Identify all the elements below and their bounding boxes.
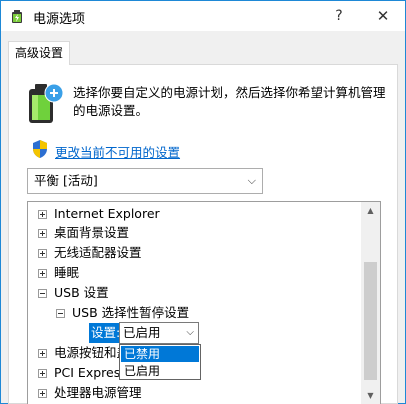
tree-item-label: Internet Explorer — [54, 206, 160, 221]
settings-tree: Internet Explorer 桌面背景设置 无线适配器设置 睡眠 USB … — [27, 201, 381, 404]
tree-item-usb-selective-suspend[interactable]: USB 选择性暂停设置 — [56, 303, 189, 323]
scroll-thumb[interactable] — [364, 262, 377, 380]
tree-item-desktop-background[interactable]: 桌面背景设置 — [38, 223, 129, 243]
uac-shield-icon — [33, 140, 47, 158]
close-button[interactable]: ✕ — [361, 1, 405, 31]
change-unavailable-settings-link[interactable]: 更改当前不可用的设置 — [55, 142, 180, 161]
expand-plus-icon[interactable] — [38, 249, 47, 258]
tree-item-label: 桌面背景设置 — [54, 225, 130, 240]
tree-item-pci-express[interactable]: PCI Express — [38, 363, 127, 383]
collapse-minus-icon[interactable] — [56, 309, 65, 318]
tree-item-power-buttons-lid[interactable]: 电源按钮和盖 — [38, 343, 129, 363]
tree-item-label: 无线适配器设置 — [54, 245, 142, 260]
option-disabled[interactable]: 已禁用 — [121, 346, 199, 362]
expand-plus-icon[interactable] — [38, 369, 47, 378]
tree-item-sleep[interactable]: 睡眠 — [38, 263, 79, 283]
tree-item-label: PCI Express — [54, 365, 127, 380]
power-options-window: 电源选项 ? ✕ 高级设置 选择你要自定义的电源计划，然后选择你希望计算机管理的… — [0, 0, 406, 404]
battery-power-icon — [29, 83, 64, 123]
tree-item-label: 电源按钮和盖 — [54, 345, 130, 360]
tree-item-label: 睡眠 — [54, 265, 80, 280]
expand-plus-icon[interactable] — [38, 269, 47, 278]
tab-advanced-settings[interactable]: 高级设置 — [8, 41, 70, 65]
help-button[interactable]: ? — [319, 1, 359, 31]
expand-plus-icon[interactable] — [38, 229, 47, 238]
scroll-down-arrow-icon[interactable]: ▼ — [361, 387, 380, 404]
setting-options-list: 已禁用 已启用 — [119, 344, 201, 380]
usb-suspend-setting-dropdown[interactable]: 已启用 ⌵ — [119, 322, 199, 344]
scroll-up-arrow-icon[interactable]: ▲ — [361, 202, 380, 219]
chevron-down-icon: ⌵ — [186, 327, 194, 338]
collapse-minus-icon[interactable] — [38, 289, 47, 298]
expand-plus-icon[interactable] — [38, 210, 47, 219]
tree-item-internet-explorer[interactable]: Internet Explorer — [38, 204, 160, 224]
chevron-down-icon: ⌵ — [247, 174, 256, 187]
tree-item-label: USB 选择性暂停设置 — [72, 305, 190, 320]
description-text: 选择你要自定义的电源计划，然后选择你希望计算机管理的电源设置。 — [73, 85, 386, 118]
tree-item-usb-settings[interactable]: USB 设置 — [38, 283, 109, 303]
setting-label: 设置: — [89, 323, 123, 343]
expand-plus-icon[interactable] — [38, 389, 47, 398]
tree-item-label: 处理器电源管理 — [54, 385, 142, 400]
tree-item-wireless-adapter[interactable]: 无线适配器设置 — [38, 243, 142, 263]
power-plan-dropdown[interactable]: 平衡 [活动] ⌵ — [27, 168, 263, 194]
option-enabled[interactable]: 已启用 — [121, 363, 199, 379]
tree-scrollbar[interactable]: ▲ ▼ — [361, 202, 380, 404]
power-options-app-icon — [12, 10, 22, 23]
title-bar: 电源选项 ? ✕ — [1, 1, 405, 31]
tree-item-label: USB 设置 — [54, 285, 109, 300]
window-title: 电源选项 — [33, 12, 86, 27]
tree-item-processor-power[interactable]: 处理器电源管理 — [38, 383, 142, 403]
power-plan-value: 平衡 [活动] — [34, 173, 98, 188]
expand-plus-icon[interactable] — [38, 349, 47, 358]
setting-value: 已启用 — [123, 325, 161, 340]
